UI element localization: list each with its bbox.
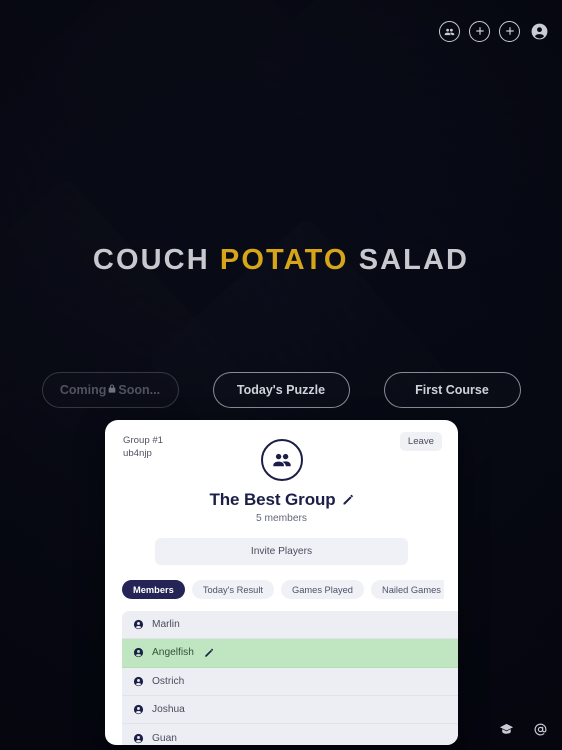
member-avatar-icon [133, 619, 144, 630]
group-title: The Best Group [119, 490, 444, 510]
group-members-icon[interactable] [439, 20, 460, 42]
add-circle-icon-2[interactable] [499, 20, 520, 42]
group-avatar-icon [260, 439, 303, 481]
lock-icon [107, 383, 117, 397]
list-item[interactable]: Joshua [122, 696, 458, 725]
list-item[interactable]: Ostrich [122, 668, 458, 696]
list-item[interactable]: Guan [122, 724, 458, 745]
stat-tabs: Members Today's Result Games Played Nail… [122, 580, 444, 599]
first-course-button[interactable]: First Course [383, 372, 521, 408]
footer-icons [497, 720, 549, 738]
edit-member-name-pencil-icon[interactable] [204, 648, 214, 658]
group-card: Group #1 ub4njp Leave The Best Group 5 m… [105, 420, 458, 745]
group-code-label: ub4njp [123, 448, 152, 460]
member-count-label: 5 members [256, 513, 307, 524]
tab-members[interactable]: Members [122, 580, 185, 599]
todays-puzzle-button[interactable]: Today's Puzzle [212, 372, 350, 408]
member-name: Guan [152, 732, 177, 744]
title-word-potato: POTATO [219, 244, 349, 276]
add-circle-icon[interactable] [469, 20, 490, 42]
member-avatar-icon [133, 676, 144, 687]
coming-soon-label-after: Soon... [118, 383, 161, 397]
edit-group-name-pencil-icon[interactable] [342, 494, 354, 506]
page-title: COUCH POTATO SALAD [0, 246, 562, 275]
member-name: Angelfish [152, 647, 194, 659]
tab-games-played[interactable]: Games Played [281, 580, 364, 599]
group-title-text: The Best Group [209, 490, 336, 509]
hero-button-row: Coming Soon... Today's Puzzle First Cour… [0, 372, 562, 408]
member-name: Ostrich [152, 675, 185, 687]
top-bar [0, 0, 562, 62]
hero-section: COUCH POTATO SALAD [0, 246, 562, 275]
member-name: Marlin [152, 619, 180, 631]
member-name: Joshua [152, 704, 185, 716]
graduation-cap-icon[interactable] [497, 720, 515, 738]
tab-nailed-games[interactable]: Nailed Games [370, 580, 444, 599]
coming-soon-label-before: Coming [59, 383, 107, 397]
group-meta: Group #1 ub4njp [123, 434, 163, 460]
group-number-label: Group #1 [123, 435, 164, 446]
todays-puzzle-label: Today's Puzzle [236, 383, 326, 397]
list-item[interactable]: Angelfish [122, 639, 458, 668]
title-word-salad: SALAD [348, 244, 470, 276]
member-avatar-icon [133, 704, 144, 715]
list-item[interactable]: Marlin [122, 611, 458, 640]
invite-players-button[interactable]: Invite Players [155, 538, 408, 565]
coming-soon-button: Coming Soon... [41, 372, 179, 408]
account-avatar-icon[interactable] [529, 21, 550, 42]
member-avatar-icon [133, 733, 144, 744]
first-course-label: First Course [415, 383, 489, 397]
leave-button[interactable]: Leave [399, 432, 442, 451]
tab-todays-result[interactable]: Today's Result [191, 580, 274, 599]
member-avatar-icon [133, 647, 144, 658]
group-card-header: Group #1 ub4njp Leave [119, 432, 444, 488]
title-word-couch: COUCH [92, 244, 220, 276]
app-background: COUCH POTATO SALAD Coming Soon... Today'… [0, 0, 562, 750]
member-list: Marlin Angelfish Ostrich Joshua Guan [122, 611, 458, 745]
at-sign-icon[interactable] [531, 720, 549, 738]
